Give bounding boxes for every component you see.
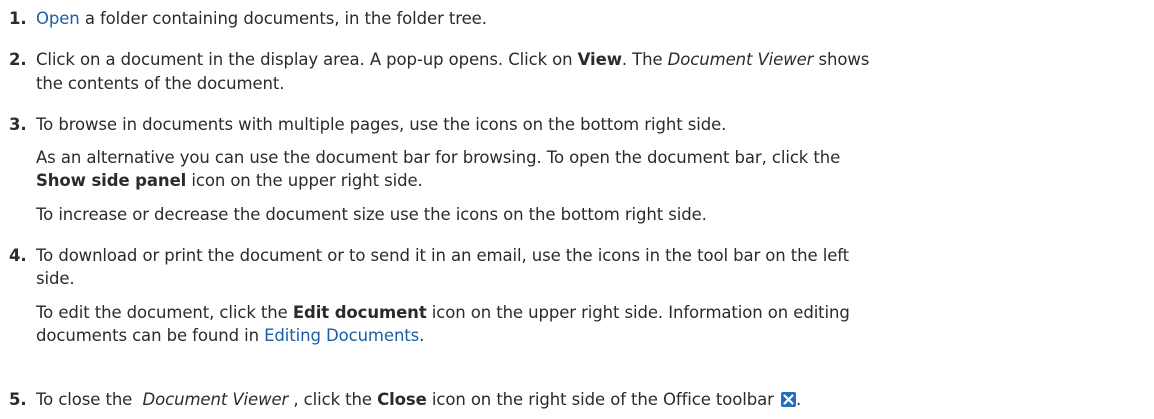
edit-document-label: Edit document bbox=[292, 303, 427, 322]
step-text: icon on the upper right side. Informatio… bbox=[426, 303, 850, 322]
step-text: documents can be found in bbox=[36, 326, 265, 345]
step-number: 5. bbox=[9, 390, 27, 409]
step-text: To browse in documents with multiple pag… bbox=[36, 115, 727, 134]
step-line: documents can be found in Editing Docume… bbox=[36, 325, 1146, 347]
step-text: a folder containing documents, in the fo… bbox=[79, 9, 487, 28]
step-line: To browse in documents with multiple pag… bbox=[36, 114, 1146, 136]
show-side-panel-label: Show side panel bbox=[36, 171, 187, 190]
editing-documents-link[interactable]: Editing Documents bbox=[264, 326, 419, 345]
step-number: 4. bbox=[9, 246, 27, 265]
step-text: As an alternative you can use the docume… bbox=[36, 148, 841, 167]
close-label: Close bbox=[377, 390, 427, 409]
step-text: To edit the document, click the bbox=[36, 303, 293, 322]
step-number: 3. bbox=[9, 115, 27, 134]
step-text: side. bbox=[36, 269, 75, 288]
step-line: side. bbox=[36, 268, 1146, 290]
step-line: To increase or decrease the document siz… bbox=[36, 204, 1146, 226]
step-text: . bbox=[796, 390, 802, 409]
step-line: Click on a document in the display area.… bbox=[36, 49, 1146, 71]
step-text: To increase or decrease the document siz… bbox=[36, 205, 707, 224]
step-text: the contents of the document. bbox=[36, 74, 285, 93]
step-text: . bbox=[419, 326, 425, 345]
step-text: Click on a document in the display area.… bbox=[36, 50, 578, 69]
step-text: To download or print the document or to … bbox=[36, 246, 850, 265]
step-line: To close the Document Viewer , click the… bbox=[36, 389, 1146, 411]
step-number: 2. bbox=[9, 50, 27, 69]
step-text: icon on the upper right side. bbox=[186, 171, 423, 190]
step-text: , click the bbox=[288, 390, 378, 409]
view-label: View bbox=[577, 50, 622, 69]
step-text: shows bbox=[813, 50, 870, 69]
step-line: To edit the document, click the Edit doc… bbox=[36, 302, 1146, 324]
step-text: To close the bbox=[36, 390, 143, 409]
document-viewer-term: Document Viewer bbox=[667, 50, 814, 69]
step-line: Show side panel icon on the upper right … bbox=[36, 170, 1146, 192]
step-line: As an alternative you can use the docume… bbox=[36, 147, 1146, 169]
close-icon bbox=[781, 392, 796, 407]
step-text: icon on the right side of the Office too… bbox=[426, 390, 779, 409]
open-link[interactable]: Open bbox=[36, 9, 80, 28]
step-line: the contents of the document. bbox=[36, 73, 1146, 95]
step-line: Open a folder containing documents, in t… bbox=[36, 8, 1146, 30]
document-viewer-term: Document Viewer bbox=[142, 390, 289, 409]
step-number: 1. bbox=[9, 9, 27, 28]
step-text: . The bbox=[621, 50, 668, 69]
step-line: To download or print the document or to … bbox=[36, 245, 1146, 267]
